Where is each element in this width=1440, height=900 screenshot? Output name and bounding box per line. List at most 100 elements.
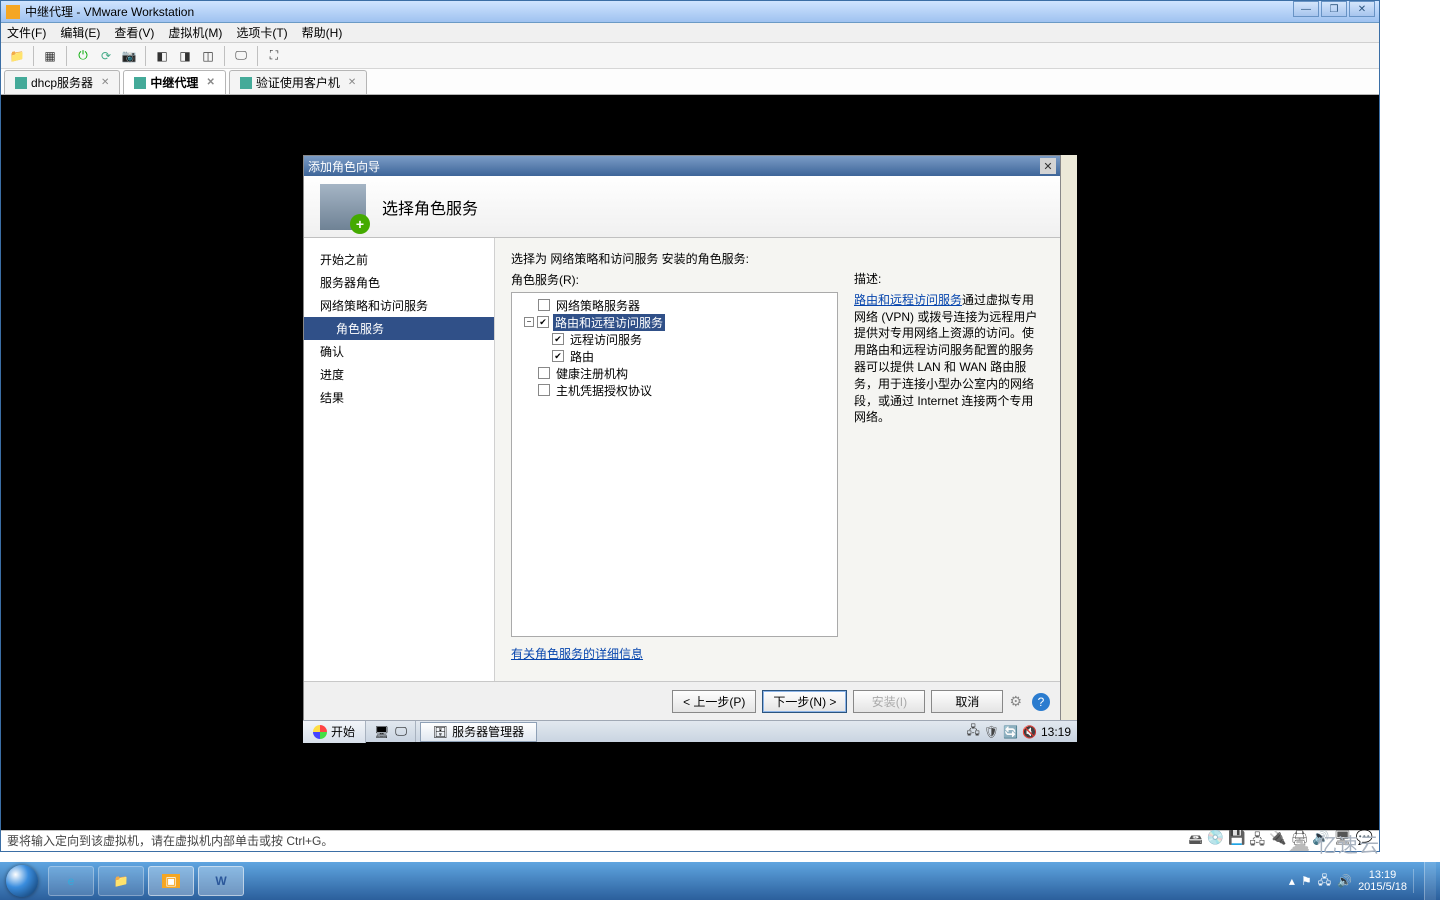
status-usb-icon[interactable]: 🔌 bbox=[1269, 829, 1286, 853]
split-right-icon[interactable]: ◨ bbox=[175, 46, 195, 66]
tray-network-icon[interactable]: 🖧 bbox=[966, 721, 979, 742]
status-display-icon[interactable]: 🖥 bbox=[1334, 829, 1352, 853]
guest-clock[interactable]: 13:19 bbox=[1041, 725, 1071, 739]
power-on-icon[interactable]: ⏻ bbox=[73, 46, 93, 66]
explorer-icon[interactable]: 🖵 bbox=[395, 724, 407, 739]
nav-nps[interactable]: 网络策略和访问服务 bbox=[304, 294, 494, 317]
menu-help[interactable]: 帮助(H) bbox=[302, 24, 343, 41]
fullscreen-icon[interactable]: ⛶ bbox=[264, 46, 284, 66]
vm-viewport[interactable]: 添加角色向导 ✕ 选择角色服务 开始之前 服务器角色 网络策略和访问服务 角色服… bbox=[1, 95, 1379, 830]
tree-item-routing[interactable]: 路由 bbox=[516, 348, 833, 364]
vmware-titlebar[interactable]: 中继代理 - VMware Workstation — ❐ ✕ bbox=[1, 1, 1379, 23]
help-icon[interactable]: ? bbox=[1032, 693, 1050, 711]
settings-icon[interactable]: ⚙ bbox=[1009, 693, 1022, 710]
tray-up-icon[interactable]: ▴ bbox=[1289, 874, 1295, 888]
tray-shield-icon[interactable]: 🛡 bbox=[984, 725, 999, 739]
menu-tabs[interactable]: 选项卡(T) bbox=[236, 24, 287, 41]
windows-orb-icon bbox=[313, 725, 327, 739]
close-icon[interactable]: ✕ bbox=[348, 77, 356, 88]
server-manager-icon[interactable]: 🖥 bbox=[374, 725, 389, 739]
host-start-button[interactable] bbox=[6, 865, 38, 897]
nav-results[interactable]: 结果 bbox=[304, 386, 494, 409]
console-icon[interactable]: 🖵 bbox=[231, 46, 251, 66]
guest-taskbar: 开始 🖥 🖵 🗄 服务器管理器 🖧 🛡 🔄 🔇 13:19 bbox=[303, 720, 1077, 742]
desc-link[interactable]: 路由和远程访问服务 bbox=[854, 293, 962, 307]
vmware-task-icon: ▣ bbox=[162, 874, 179, 888]
checkbox[interactable] bbox=[538, 299, 550, 311]
unity-icon[interactable]: ◫ bbox=[198, 46, 218, 66]
tray-volume-icon[interactable]: 🔊 bbox=[1337, 874, 1352, 888]
tray-updates-icon[interactable]: 🔄 bbox=[1003, 725, 1018, 739]
wizard-prompt: 选择为 网络策略和访问服务 安装的角色服务: bbox=[511, 250, 1044, 267]
checkbox[interactable] bbox=[552, 350, 564, 362]
guest-start-button[interactable]: 开始 bbox=[303, 721, 366, 743]
checkbox[interactable] bbox=[538, 367, 550, 379]
nav-server-roles[interactable]: 服务器角色 bbox=[304, 271, 494, 294]
close-icon[interactable]: ✕ bbox=[101, 77, 109, 88]
nav-progress[interactable]: 进度 bbox=[304, 363, 494, 386]
role-services-tree[interactable]: 网络策略服务器 − 路由和远程访问服务 远程 bbox=[511, 292, 838, 637]
cancel-button[interactable]: 取消 bbox=[931, 690, 1003, 713]
close-button[interactable]: ✕ bbox=[1349, 1, 1375, 17]
tab-dhcp[interactable]: dhcp服务器 ✕ bbox=[4, 70, 120, 94]
menu-view[interactable]: 查看(V) bbox=[114, 24, 154, 41]
status-sound-icon[interactable]: 🔊 bbox=[1312, 829, 1329, 853]
tab-label: 中继代理 bbox=[150, 74, 198, 91]
next-button[interactable]: 下一步(N) > bbox=[762, 690, 847, 713]
task-explorer[interactable]: 📁 bbox=[98, 866, 144, 896]
task-vmware[interactable]: ▣ bbox=[148, 866, 194, 896]
tray-network-icon[interactable]: 🖧 bbox=[1318, 871, 1331, 892]
nav-before-begin[interactable]: 开始之前 bbox=[304, 248, 494, 271]
tree-item-nps[interactable]: 网络策略服务器 bbox=[516, 297, 833, 313]
wizard-heading: 选择角色服务 bbox=[382, 195, 478, 219]
task-ie[interactable]: e bbox=[48, 866, 94, 896]
show-desktop-button[interactable] bbox=[1424, 862, 1436, 900]
status-floppy-icon[interactable]: 💾 bbox=[1228, 829, 1245, 853]
min-button[interactable]: — bbox=[1293, 1, 1319, 17]
tab-verify-client[interactable]: 验证使用客户机 ✕ bbox=[229, 70, 367, 94]
tray-flag-icon[interactable]: ⚑ bbox=[1301, 874, 1312, 888]
close-icon[interactable]: ✕ bbox=[206, 77, 214, 88]
tree-item-remote-access[interactable]: 远程访问服务 bbox=[516, 331, 833, 347]
server-add-icon bbox=[320, 184, 366, 230]
checkbox[interactable] bbox=[537, 316, 549, 328]
install-button: 安装(I) bbox=[853, 690, 925, 713]
status-text: 要将输入定向到该虚拟机，请在虚拟机内部单击或按 Ctrl+G。 bbox=[7, 832, 333, 849]
snapshot-icon[interactable]: 📷 bbox=[119, 46, 139, 66]
menu-edit[interactable]: 编辑(E) bbox=[60, 24, 100, 41]
collapse-icon[interactable]: − bbox=[524, 317, 534, 327]
status-network-icon[interactable]: 🖧 bbox=[1250, 829, 1266, 853]
tb-library-icon[interactable]: 📁 bbox=[7, 46, 27, 66]
nav-confirm[interactable]: 确认 bbox=[304, 340, 494, 363]
wizard-titlebar[interactable]: 添加角色向导 ✕ bbox=[304, 156, 1060, 176]
host-clock[interactable]: 13:19 2015/5/18 bbox=[1358, 869, 1414, 893]
menu-vm[interactable]: 虚拟机(M) bbox=[168, 24, 222, 41]
tree-item-rras[interactable]: − 路由和远程访问服务 bbox=[516, 314, 833, 330]
nav-role-services[interactable]: 角色服务 bbox=[304, 317, 494, 340]
vm-statusbar: 要将输入定向到该虚拟机，请在虚拟机内部单击或按 Ctrl+G。 🖴 💿 💾 🖧 … bbox=[1, 830, 1379, 850]
description-heading: 描述: bbox=[854, 271, 1044, 288]
status-cd-icon[interactable]: 💿 bbox=[1207, 829, 1224, 853]
prev-button[interactable]: < 上一步(P) bbox=[672, 690, 756, 713]
status-disk-icon[interactable]: 🖴 bbox=[1188, 829, 1202, 853]
tree-item-hcap[interactable]: 主机凭据授权协议 bbox=[516, 382, 833, 398]
checkbox[interactable] bbox=[552, 333, 564, 345]
wizard-close-button[interactable]: ✕ bbox=[1040, 158, 1056, 174]
tb-thumbnails-icon[interactable]: ▦ bbox=[40, 46, 60, 66]
split-left-icon[interactable]: ◧ bbox=[152, 46, 172, 66]
status-message-icon[interactable]: 💬 bbox=[1356, 829, 1373, 853]
suspend-icon[interactable]: ⟳ bbox=[96, 46, 116, 66]
tab-relay-agent[interactable]: 中继代理 ✕ bbox=[123, 70, 225, 94]
desc-text: 通过虚拟专用网络 (VPN) 或拨号连接为远程用户提供对专用网络上资源的访问。使… bbox=[854, 293, 1037, 425]
tray-sound-off-icon[interactable]: 🔇 bbox=[1022, 725, 1037, 739]
status-printer-icon[interactable]: 🖨 bbox=[1291, 829, 1309, 853]
task-word[interactable]: W bbox=[198, 866, 244, 896]
max-button[interactable]: ❐ bbox=[1321, 1, 1347, 17]
guest-desktop[interactable]: 添加角色向导 ✕ 选择角色服务 开始之前 服务器角色 网络策略和访问服务 角色服… bbox=[303, 155, 1077, 741]
task-server-manager[interactable]: 🗄 服务器管理器 bbox=[420, 722, 537, 742]
tree-item-hra[interactable]: 健康注册机构 bbox=[516, 365, 833, 381]
menubar[interactable]: 文件(F) 编辑(E) 查看(V) 虚拟机(M) 选项卡(T) 帮助(H) bbox=[1, 23, 1379, 43]
menu-file[interactable]: 文件(F) bbox=[7, 24, 46, 41]
more-info-link[interactable]: 有关角色服务的详细信息 bbox=[511, 647, 643, 661]
checkbox[interactable] bbox=[538, 384, 550, 396]
